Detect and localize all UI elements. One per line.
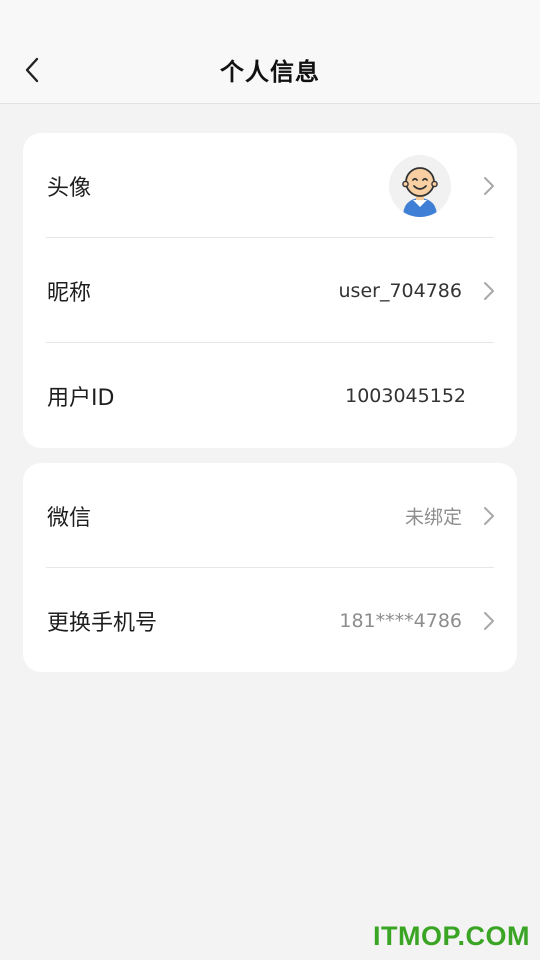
user-id-row: 用户ID 1003045152 [23, 343, 517, 448]
phone-value: 181****4786 [339, 609, 462, 632]
phone-label: 更换手机号 [47, 610, 158, 636]
phone-row[interactable]: 更换手机号 181****4786 [23, 568, 517, 672]
wechat-label: 微信 [47, 505, 92, 531]
avatar[interactable] [389, 154, 451, 217]
user-id-label: 用户ID [47, 385, 115, 411]
avatar-row[interactable]: 头像 [23, 133, 517, 238]
avatar-label: 头像 [47, 175, 92, 201]
chevron-right-icon [484, 506, 494, 525]
chevron-right-icon [484, 611, 494, 630]
nickname-value: user_704786 [338, 279, 462, 302]
nickname-label: 昵称 [47, 280, 92, 306]
wechat-row[interactable]: 微信 未绑定 [23, 463, 517, 568]
avatar-icon [402, 166, 438, 217]
user-id-value: 1003045152 [345, 384, 466, 407]
profile-card: 头像 昵称 user_704786 用户ID 1003045152 [23, 133, 517, 448]
wechat-status: 未绑定 [404, 506, 462, 528]
watermark: ITMOP.COM [372, 921, 530, 951]
chevron-right-icon [484, 176, 494, 195]
chevron-right-icon [484, 281, 494, 300]
nickname-row[interactable]: 昵称 user_704786 [23, 238, 517, 343]
page-title: 个人信息 [220, 58, 320, 86]
top-bar: 个人信息 [0, 0, 540, 104]
binding-card: 微信 未绑定 更换手机号 181****4786 [23, 463, 517, 672]
